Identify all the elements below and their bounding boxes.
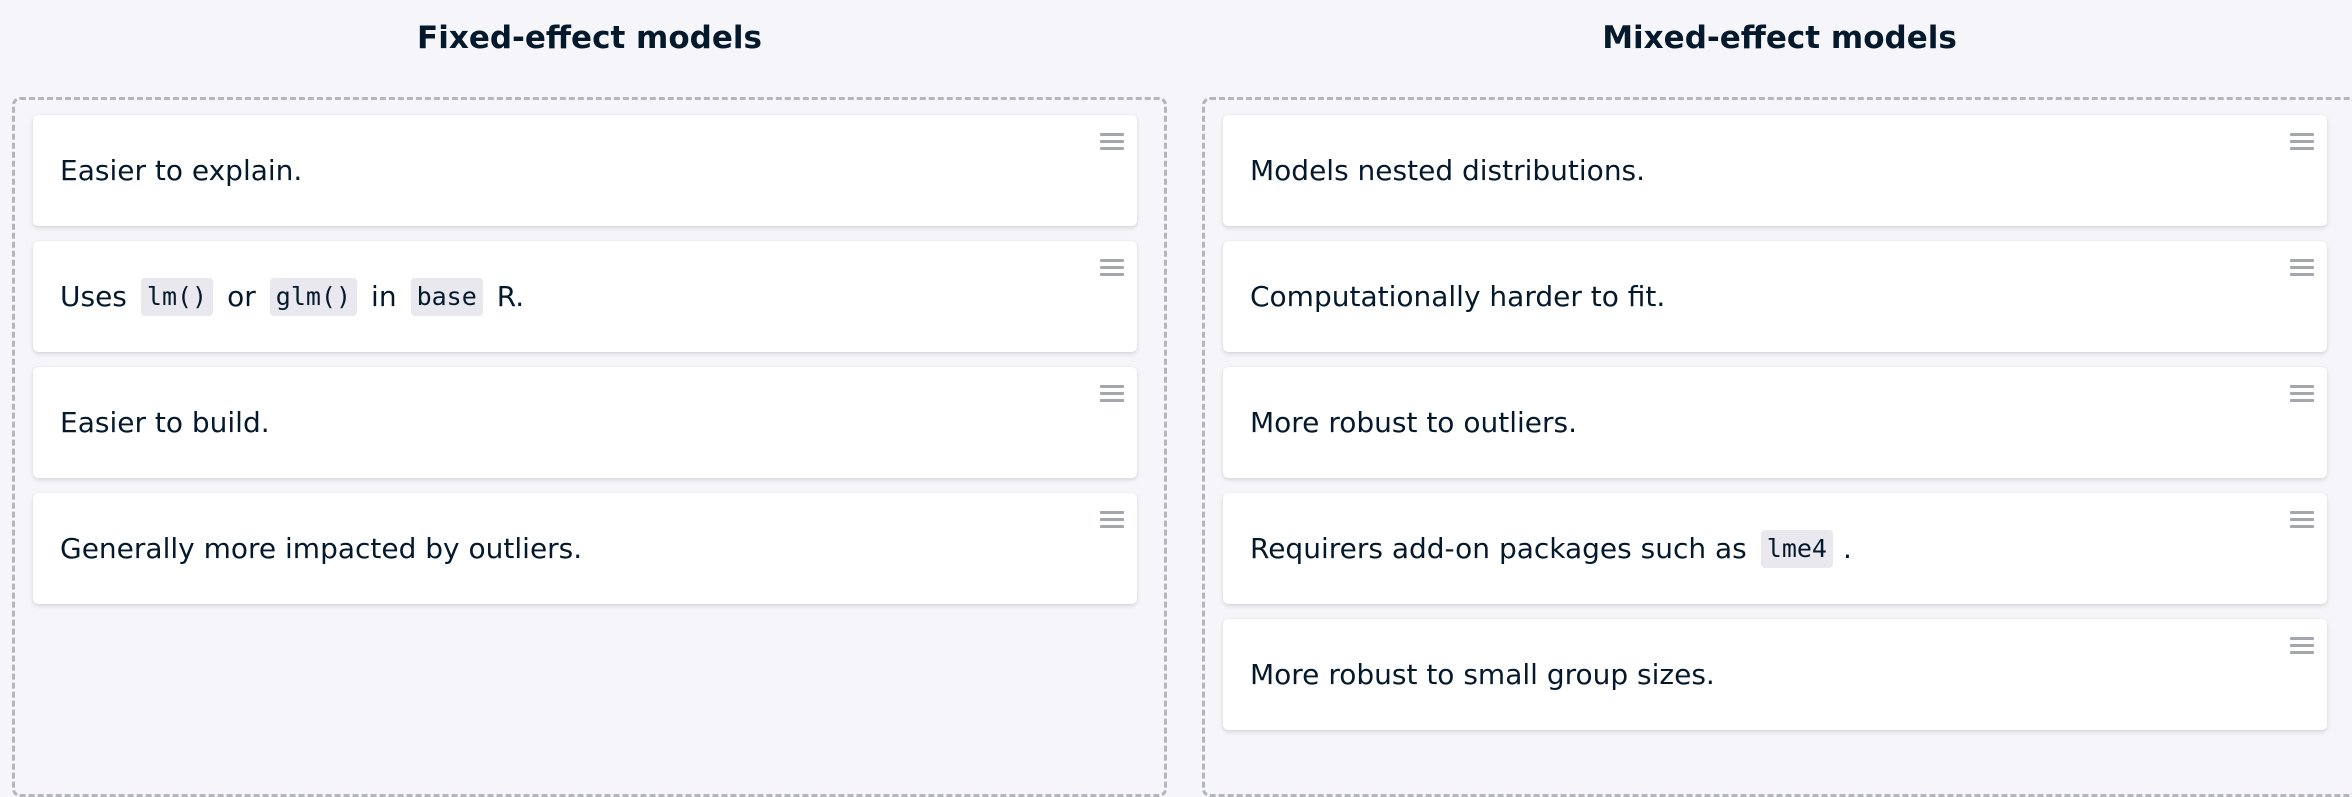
inline-code: lm() [140, 277, 214, 316]
card-text: More robust to small group sizes. [1250, 619, 1715, 730]
draggable-card[interactable]: Uses lm() or glm() in base R. [33, 241, 1137, 352]
drag-handle-icon[interactable] [1100, 511, 1124, 531]
card-text-segment: or [227, 280, 256, 313]
column-mixed-effect: Mixed-effect models Models nested distri… [1202, 0, 2352, 797]
card-text: Generally more impacted by outliers. [60, 493, 582, 604]
card-text-segment: Generally more impacted by outliers. [60, 532, 583, 565]
card-text-segment: Computationally harder to fit. [1250, 280, 1666, 313]
column-title: Mixed-effect models [1602, 20, 1957, 56]
card-text-segment: Uses [60, 280, 127, 313]
card-text-segment: Easier to explain. [60, 154, 303, 187]
drag-handle-icon[interactable] [1100, 385, 1124, 405]
card-text-segment: Requirers add-on packages such as [1250, 532, 1747, 565]
card-text-segment: . [1843, 532, 1852, 565]
draggable-card[interactable]: Computationally harder to fit. [1223, 241, 2327, 352]
card-text-segment: Models nested distributions. [1250, 154, 1646, 187]
card-text-segment: More robust to small group sizes. [1250, 658, 1715, 691]
column-title: Fixed-effect models [417, 20, 762, 56]
card-text: Requirers add-on packages such as lme4. [1250, 493, 1852, 604]
inline-code: lme4 [1760, 529, 1833, 568]
card-text: More robust to outliers. [1250, 367, 1577, 478]
draggable-card[interactable]: Easier to build. [33, 367, 1137, 478]
drag-handle-icon[interactable] [2290, 637, 2314, 657]
card-text: Easier to explain. [60, 115, 302, 226]
card-text: Computationally harder to fit. [1250, 241, 1665, 352]
column-fixed-effect: Fixed-effect models Easier to explain. Us… [12, 0, 1167, 797]
card-text-segment: More robust to outliers. [1250, 406, 1577, 439]
draggable-card[interactable]: Requirers add-on packages such as lme4. [1223, 493, 2327, 604]
card-text-segment: R. [496, 280, 525, 313]
draggable-card[interactable]: Models nested distributions. [1223, 115, 2327, 226]
card-text: Models nested distributions. [1250, 115, 1645, 226]
drag-handle-icon[interactable] [2290, 259, 2314, 279]
drag-handle-icon[interactable] [2290, 385, 2314, 405]
drag-handle-icon[interactable] [1100, 133, 1124, 153]
draggable-card[interactable]: More robust to outliers. [1223, 367, 2327, 478]
card-text: Easier to build. [60, 367, 270, 478]
card-text: Uses lm() or glm() in base R. [60, 241, 524, 352]
drag-drop-board: Fixed-effect models Easier to explain. Us… [0, 0, 2352, 797]
draggable-card[interactable]: Easier to explain. [33, 115, 1137, 226]
drag-handle-icon[interactable] [2290, 133, 2314, 153]
draggable-card[interactable]: More robust to small group sizes. [1223, 619, 2327, 730]
card-text-segment: in [371, 280, 397, 313]
dropzone-fixed-effect[interactable]: Easier to explain. Uses lm() or glm() in base R… [12, 97, 1167, 797]
inline-code: base [410, 277, 483, 316]
drag-handle-icon[interactable] [1100, 259, 1124, 279]
dropzone-mixed-effect[interactable]: Models nested distributions. Computationa… [1202, 97, 2352, 797]
inline-code: glm() [269, 277, 358, 316]
draggable-card[interactable]: Generally more impacted by outliers. [33, 493, 1137, 604]
drag-handle-icon[interactable] [2290, 511, 2314, 531]
card-text-segment: Easier to build. [60, 406, 270, 439]
